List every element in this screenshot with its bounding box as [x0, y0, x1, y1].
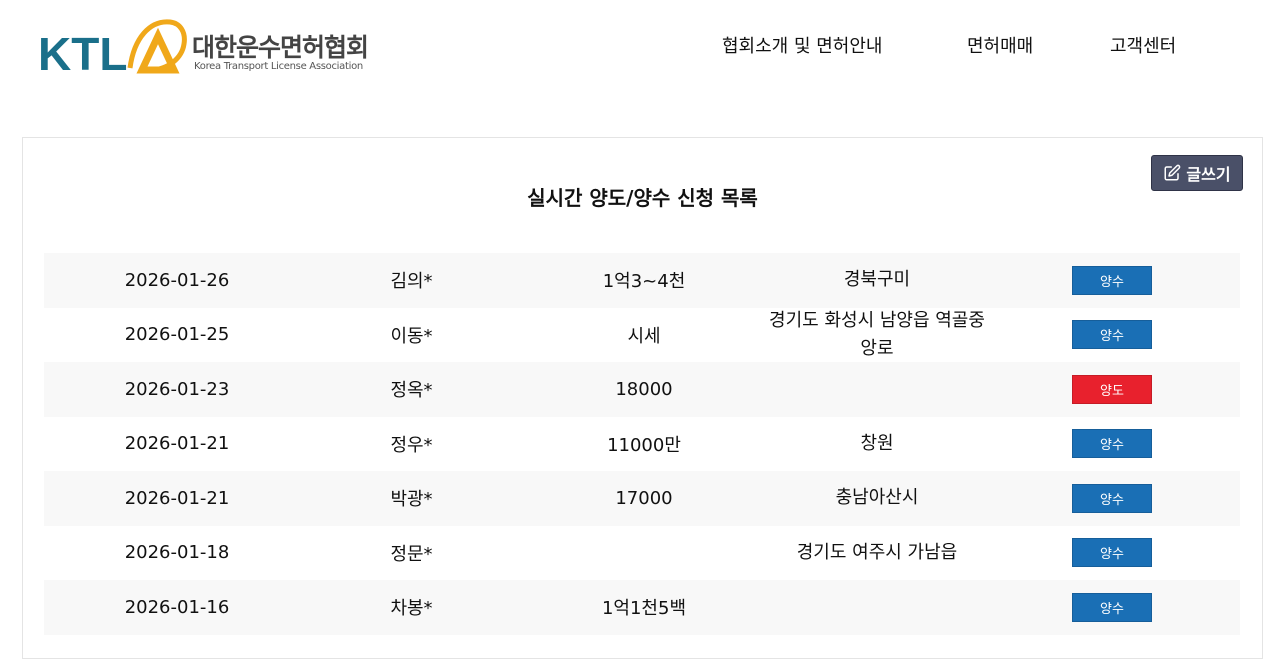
list-item-date: 2026-01-18 — [124, 542, 230, 564]
list-item-name: 박광* — [390, 489, 433, 511]
list-item[interactable]: 2026-01-21 정우* 11000만 창원 양수 — [44, 417, 1240, 472]
list-item-type-cell: 양수 — [1072, 417, 1152, 472]
request-list: 2026-01-26 김의* 1억3~4천 경북구미 양수 2026-01-25 이동* 시세… — [44, 253, 1240, 635]
list-item-type-cell: 양수 — [1072, 580, 1152, 635]
list-item-type-cell: 양도 — [1072, 362, 1152, 417]
list-item[interactable]: 2026-01-16 차봉* 1억1천5백 양수 — [44, 580, 1240, 635]
list-item-price: 1억1천5백 — [601, 598, 687, 620]
type-badge-buy: 양수 — [1072, 592, 1152, 622]
list-item-type-cell: 양수 — [1072, 471, 1152, 526]
list-item-region: 경기도 화성시 남양읍 역골중 앙로 — [769, 309, 985, 359]
nav-item-about[interactable]: 협회소개 및 면허안내 — [722, 32, 882, 58]
list-item-date: 2026-01-16 — [124, 596, 230, 618]
list-item[interactable]: 2026-01-26 김의* 1억3~4천 경북구미 양수 — [44, 253, 1240, 308]
list-item[interactable]: 2026-01-18 정문* 경기도 여주시 가남읍 양수 — [44, 526, 1240, 581]
list-item-name: 정옥* — [390, 380, 433, 402]
list-item-date: 2026-01-21 — [124, 433, 230, 455]
type-badge-buy: 양수 — [1072, 320, 1152, 350]
type-badge-buy: 양수 — [1072, 483, 1152, 513]
list-item-region — [762, 362, 992, 417]
list-item-date: 2026-01-23 — [124, 378, 230, 400]
type-badge-buy: 양수 — [1072, 538, 1152, 568]
list-item-price: 시세 — [627, 325, 661, 347]
list-item-region: 충남아산시 — [835, 487, 919, 509]
list-item-price — [556, 526, 732, 581]
list-item-region: 경기도 여주시 가남읍 — [796, 541, 958, 563]
main-nav: 협회소개 및 면허안내 면허매매 고객센터 — [0, 32, 1280, 58]
board-title: 실시간 양도/양수 신청 목록 — [527, 186, 758, 210]
list-item-date: 2026-01-26 — [124, 269, 230, 291]
list-item-region — [762, 580, 992, 635]
list-item-region: 창원 — [860, 432, 894, 454]
list-item-name: 정우* — [390, 434, 433, 456]
type-badge-buy: 양수 — [1072, 265, 1152, 295]
list-item-name: 김의* — [390, 271, 433, 293]
list-item-price: 18000 — [615, 378, 673, 400]
list-item[interactable]: 2026-01-23 정옥* 18000 양도 — [44, 362, 1240, 417]
list-item-price: 11000만 — [607, 434, 681, 456]
logo-name-en: Korea Transport License Association — [194, 61, 363, 72]
list-item[interactable]: 2026-01-25 이동* 시세 경기도 화성시 남양읍 역골중 앙로 양수 — [44, 308, 1240, 363]
type-badge-buy: 양수 — [1072, 429, 1152, 459]
list-item-name: 정문* — [390, 543, 433, 565]
list-item-type-cell: 양수 — [1072, 308, 1152, 363]
list-item-region: 경북구미 — [843, 269, 911, 291]
nav-item-support[interactable]: 고객센터 — [1110, 32, 1176, 58]
list-item-date: 2026-01-25 — [124, 324, 230, 346]
list-item-price: 1억3~4천 — [602, 271, 686, 293]
list-item-price: 17000 — [615, 487, 673, 509]
nav-item-trade[interactable]: 면허매매 — [967, 32, 1033, 58]
edit-icon — [1164, 164, 1181, 181]
site-header: KTL 대한운수면허협회 Korea Transport License Ass… — [0, 0, 1280, 100]
list-item-type-cell: 양수 — [1072, 253, 1152, 308]
list-item-name: 차봉* — [390, 598, 433, 620]
list-item-date: 2026-01-21 — [124, 487, 230, 509]
type-badge-sell: 양도 — [1072, 374, 1152, 404]
list-item[interactable]: 2026-01-21 박광* 17000 충남아산시 양수 — [44, 471, 1240, 526]
list-item-name: 이동* — [390, 325, 433, 347]
list-item-type-cell: 양수 — [1072, 526, 1152, 581]
board-panel: 글쓰기 실시간 양도/양수 신청 목록 2026-01-26 김의* 1억3~4천 경… — [22, 137, 1263, 659]
